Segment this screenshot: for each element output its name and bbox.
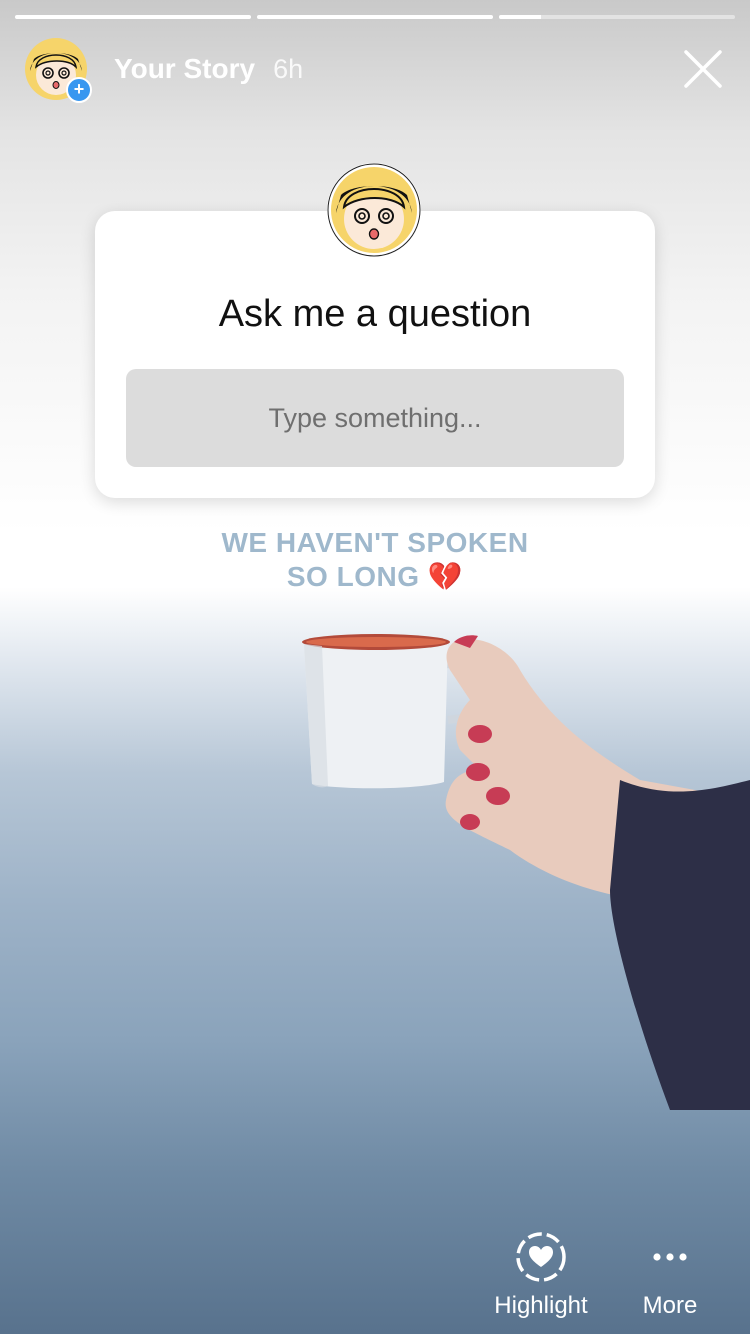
ellipsis-icon	[643, 1230, 697, 1284]
hand-illustration	[445, 635, 750, 1110]
question-answer-input[interactable]: Type something...	[126, 369, 624, 467]
story-progress-bar	[15, 15, 735, 19]
close-icon	[684, 50, 722, 88]
progress-segment	[15, 15, 251, 19]
progress-segment	[257, 15, 493, 19]
heart-circle-icon	[514, 1230, 568, 1284]
story-username[interactable]: Your Story	[114, 53, 255, 85]
close-button[interactable]	[680, 46, 726, 92]
story-header: + Your Story 6h	[24, 36, 726, 103]
caption-line-1: WE HAVEN'T SPOKEN	[221, 527, 529, 558]
caption-line-2: SO LONG	[286, 561, 420, 592]
avatar-face-icon	[327, 163, 421, 257]
answer-placeholder: Type something...	[268, 402, 482, 433]
sticker-title: Ask me a question	[218, 293, 532, 335]
highlight-label: Highlight	[494, 1292, 588, 1319]
highlight-button[interactable]: Highlight	[487, 1230, 595, 1320]
broken-heart-icon: 💔	[427, 561, 464, 592]
progress-segment-current	[499, 15, 735, 19]
sticker-avatar	[327, 163, 421, 257]
question-sticker[interactable]: Ask me a question Type something...	[95, 163, 655, 498]
story-timestamp: 6h	[273, 53, 304, 84]
profile-avatar[interactable]: +	[24, 37, 92, 103]
story-caption: WE HAVEN'T SPOKEN SO LONG 💔	[0, 526, 750, 594]
plus-badge-icon[interactable]: +	[66, 77, 92, 103]
more-label: More	[642, 1292, 698, 1319]
more-button[interactable]: More	[630, 1230, 710, 1320]
